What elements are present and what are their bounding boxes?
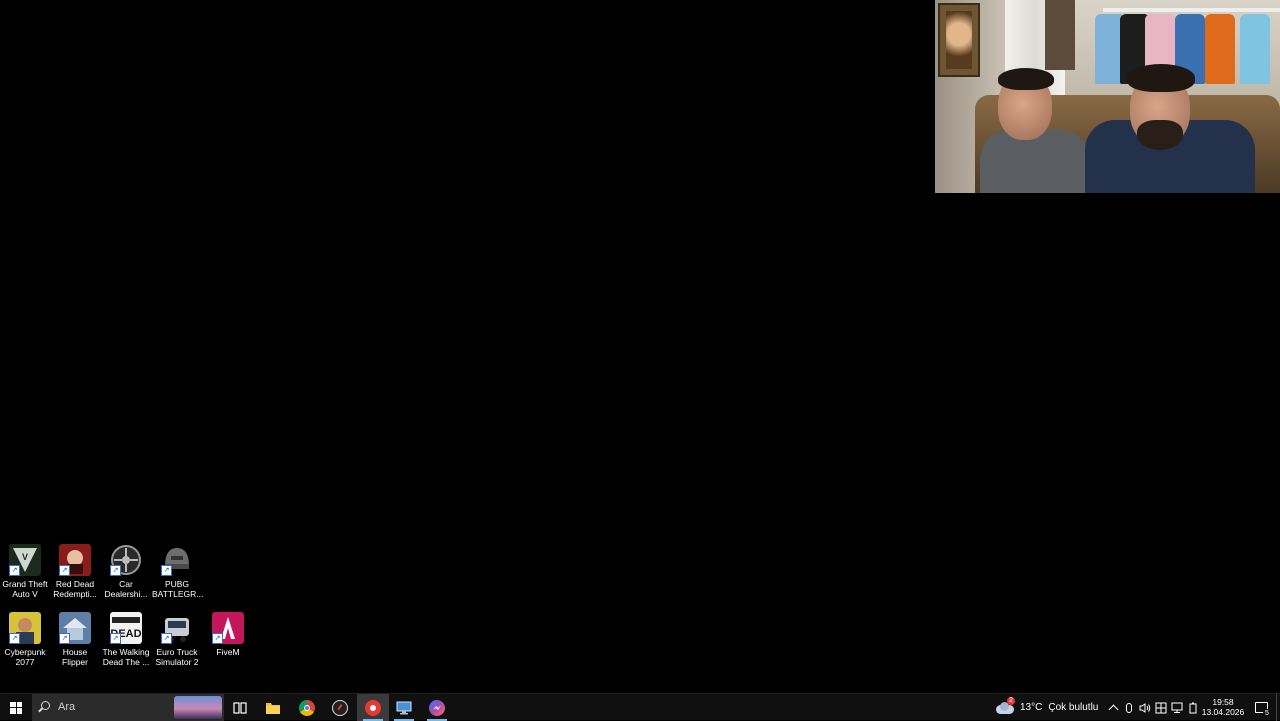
desktop: V ↗ Grand Theft Auto V ↗ Red Dead Redempti… xyxy=(0,0,1280,693)
taskbar-speedometer-app[interactable] xyxy=(324,694,356,721)
pubg-helmet-icon: ↗ xyxy=(161,544,193,576)
fivem-icon: ↗ xyxy=(212,612,244,644)
weather-alert-badge: 2 xyxy=(1007,696,1015,705)
messenger-icon xyxy=(429,699,445,716)
windows-logo-icon xyxy=(10,701,22,714)
network-icon xyxy=(1171,702,1183,713)
remote-desktop-icon xyxy=(396,701,412,714)
weather-desc: Çok bulutlu xyxy=(1048,702,1099,713)
show-desktop-button[interactable] xyxy=(1276,694,1280,721)
desktop-icons: V ↗ Grand Theft Auto V ↗ Red Dead Redempti… xyxy=(0,540,260,680)
desktop-icon-pubg[interactable]: ↗ PUBG BATTLEGR... xyxy=(152,540,203,604)
search-placeholder: Ara xyxy=(58,701,76,713)
clock-time: 19:58 xyxy=(1212,697,1234,707)
taskbar-chrome[interactable] xyxy=(291,694,323,721)
taskbar-recording-app[interactable] xyxy=(357,694,389,721)
clock-date: 13.04.2026 xyxy=(1201,707,1245,717)
battery-button[interactable] xyxy=(1186,694,1200,721)
search-highlight-image xyxy=(174,696,222,719)
network-button[interactable] xyxy=(1170,694,1184,721)
desktop-icon-euro-truck[interactable]: ↗ Euro Truck Simulator 2 xyxy=(152,608,202,672)
euro-truck-icon: ↗ xyxy=(161,612,193,644)
microphone-icon xyxy=(1126,702,1132,713)
gta-v-icon: V ↗ xyxy=(9,544,41,576)
desktop-icon-walking-dead[interactable]: DEAD ↗ The Walking Dead The ... xyxy=(101,608,151,672)
taskbar-messenger[interactable] xyxy=(421,694,453,721)
cloudy-weather-icon: 2 xyxy=(996,696,1015,714)
webcam-overlay xyxy=(935,0,1280,193)
microphone-button[interactable] xyxy=(1122,694,1136,721)
show-hidden-icons-button[interactable] xyxy=(1106,694,1120,721)
task-view-button[interactable] xyxy=(224,694,256,721)
clock[interactable]: 19:58 13.04.2026 xyxy=(1200,697,1246,717)
house-flipper-icon: ↗ xyxy=(59,612,91,644)
notification-center-button[interactable]: 5 xyxy=(1250,694,1272,721)
security-button[interactable] xyxy=(1154,694,1168,721)
desktop-icon-gta-v[interactable]: V ↗ Grand Theft Auto V xyxy=(0,540,50,604)
desktop-icon-red-dead[interactable]: ↗ Red Dead Redempti... xyxy=(50,540,100,604)
speedometer-app-icon xyxy=(332,699,348,716)
start-button[interactable] xyxy=(0,694,32,721)
red-dead-icon: ↗ xyxy=(59,544,91,576)
battery-icon xyxy=(1189,702,1197,713)
volume-button[interactable] xyxy=(1138,694,1152,721)
taskbar: Ara 2 13°C Çok bulutlu 19:58 13.04.2026 … xyxy=(0,693,1280,721)
svg-text:V: V xyxy=(22,552,28,562)
desktop-icon-house-flipper[interactable]: ↗ House Flipper xyxy=(50,608,100,672)
search-box[interactable]: Ara xyxy=(32,694,224,721)
taskbar-remote-desktop[interactable] xyxy=(388,694,420,721)
search-icon xyxy=(41,701,50,710)
desktop-icon-fivem[interactable]: ↗ FiveM xyxy=(203,608,253,672)
file-explorer-icon xyxy=(266,702,280,714)
taskbar-file-explorer[interactable] xyxy=(257,694,289,721)
speaker-icon xyxy=(1139,702,1151,713)
weather-temp: 13°C xyxy=(1020,702,1043,713)
car-wheel-icon: ↗ xyxy=(110,544,142,576)
desktop-icon-cyberpunk[interactable]: ↗ Cyberpunk 2077 xyxy=(0,608,50,672)
recording-app-icon xyxy=(365,699,381,716)
security-icon xyxy=(1155,702,1167,713)
chevron-up-icon xyxy=(1108,704,1118,715)
task-view-icon xyxy=(233,701,247,714)
notification-icon: 5 xyxy=(1254,702,1272,718)
chrome-icon xyxy=(299,699,315,716)
walking-dead-icon: DEAD ↗ xyxy=(110,612,142,644)
cyberpunk-icon: ↗ xyxy=(9,612,41,644)
desktop-icon-car-dealership[interactable]: ↗ Car Dealershi... xyxy=(101,540,151,604)
notification-count: 5 xyxy=(1262,709,1272,718)
weather-widget[interactable]: 2 13°C Çok bulutlu xyxy=(996,694,1098,721)
